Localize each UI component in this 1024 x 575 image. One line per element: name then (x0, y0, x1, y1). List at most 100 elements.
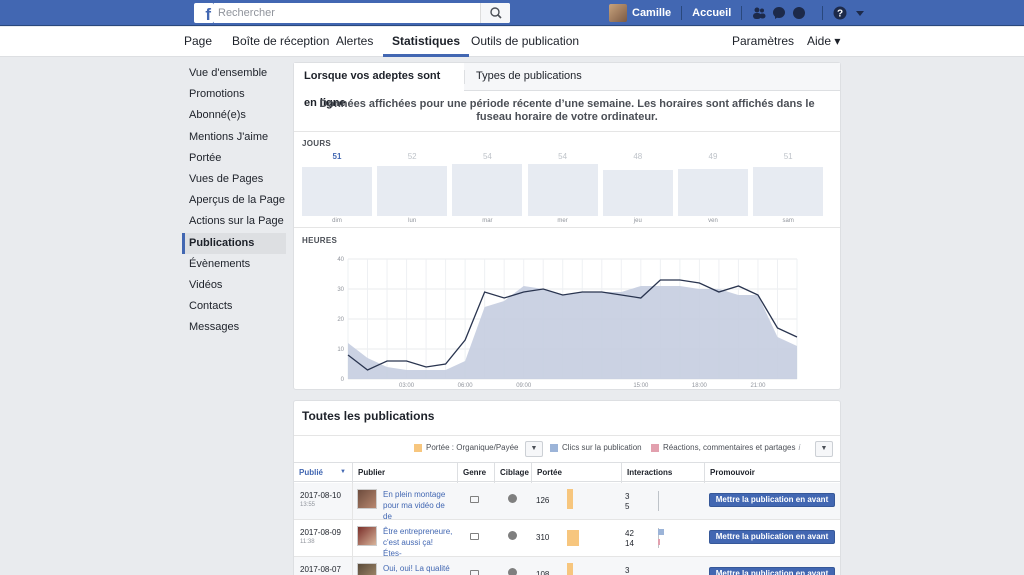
reach-bar (567, 530, 579, 546)
boost-post-button[interactable]: Mettre la publication en avant (709, 493, 835, 507)
tab-fans-online[interactable]: Lorsque vos adeptes sont en ligne (294, 63, 464, 109)
day-value: 54 (482, 152, 492, 161)
day-label: lun (408, 218, 417, 224)
table-row[interactable]: 2017-08-10 13:55 En plein montage pour m… (294, 483, 840, 522)
boost-post-button[interactable]: Mettre la publication en avant (709, 530, 835, 544)
help-icon[interactable]: ? (833, 6, 847, 20)
day-bar (678, 169, 748, 216)
tab-publishing-tools[interactable]: Outils de publication (471, 27, 579, 57)
insights-tabs: Lorsque vos adeptes sont en ligne Types … (294, 63, 840, 109)
search-input[interactable] (218, 5, 478, 21)
legend-clicks: Clics sur la publication (550, 443, 642, 452)
settings-link[interactable]: Paramètres (732, 27, 794, 57)
column-interactions[interactable]: Interactions (621, 463, 704, 483)
day-value: 49 (708, 152, 718, 161)
column-published[interactable]: Publié ▼ (294, 463, 352, 483)
tab-alerts[interactable]: Alertes (336, 27, 373, 57)
help-dropdown[interactable]: Aide ▾ (807, 27, 840, 57)
clicks-bar (658, 529, 664, 535)
day-column-sam[interactable]: 51 sam (753, 149, 824, 229)
sidebar-item-videos[interactable]: Vidéos (182, 275, 286, 296)
post-type-icon (470, 533, 479, 540)
area-series (348, 286, 797, 379)
search-box[interactable] (214, 3, 510, 23)
post-title-link[interactable]: En plein montage pour ma vidéo de de (383, 489, 453, 522)
post-type-icon (470, 570, 479, 575)
sidebar-item-events[interactable]: Évènements (182, 254, 286, 275)
post-thumbnail[interactable] (357, 489, 377, 509)
column-targeting[interactable]: Ciblage (494, 463, 531, 483)
post-title-link[interactable]: Oui, oui! La qualité (383, 563, 453, 574)
day-label: mar (482, 218, 493, 224)
post-date: 2017-08-07 (300, 565, 341, 574)
home-link[interactable]: Accueil (692, 7, 731, 19)
search-button[interactable] (480, 3, 510, 23)
column-promote[interactable]: Promouvoir (704, 463, 840, 483)
divider (681, 6, 683, 20)
divider (352, 483, 353, 520)
page-nav: Page Boîte de réception Alertes Statisti… (0, 27, 1024, 57)
tab-page[interactable]: Page (184, 27, 212, 57)
y-tick-label: 40 (337, 257, 344, 263)
day-value: 52 (407, 152, 417, 161)
reach-value: 310 (536, 533, 550, 542)
reach-metric-dropdown[interactable]: ▼ (525, 441, 543, 457)
sidebar-item-page-previews[interactable]: Aperçus de la Page (182, 190, 286, 211)
sidebar-item-messages[interactable]: Messages (182, 317, 286, 338)
caret-down-icon[interactable] (853, 6, 867, 20)
day-value: 48 (633, 152, 643, 161)
tab-statistics[interactable]: Statistiques (383, 27, 470, 57)
day-column-ven[interactable]: 49 ven (678, 149, 748, 229)
day-column-mar[interactable]: 54 mar (452, 149, 523, 229)
sidebar-item-likes[interactable]: Mentions J'aime (182, 127, 286, 148)
day-column-lun[interactable]: 52 lun (377, 149, 448, 229)
avatar[interactable] (609, 4, 627, 22)
day-bar (302, 167, 372, 216)
x-tick-label: 06:00 (458, 383, 474, 389)
legend-label: Réactions, commentaires et partages (663, 443, 796, 452)
column-reach[interactable]: Portée (531, 463, 621, 483)
days-label: JOURS (302, 139, 332, 148)
post-title-link[interactable]: Être entrepreneure, c'est aussi ça! Étes… (383, 526, 453, 559)
sidebar-item-overview[interactable]: Vue d'ensemble (182, 63, 286, 84)
sidebar-item-reach[interactable]: Portée (182, 148, 286, 169)
column-post[interactable]: Publier (352, 463, 457, 483)
post-thumbnail[interactable] (357, 563, 377, 575)
boost-post-button[interactable]: Mettre la publication en avant (709, 567, 835, 575)
user-name-link[interactable]: Camille (632, 7, 671, 19)
facebook-logo-icon[interactable]: f (194, 3, 214, 23)
clicks-value: 3 (625, 566, 630, 575)
column-label: Publié (299, 468, 324, 477)
friends-icon[interactable] (752, 6, 766, 20)
legend-reach: Portée : Organique/Payée (414, 443, 519, 452)
table-row[interactable]: 2017-08-07 Oui, oui! La qualité 108 3 Me… (294, 557, 840, 575)
sidebar-item-followers[interactable]: Abonné(e)s (182, 105, 286, 126)
globe-icon (508, 568, 517, 575)
column-type[interactable]: Genre (457, 463, 494, 483)
sidebar-item-posts[interactable]: Publications (182, 232, 286, 254)
fans-online-card: Lorsque vos adeptes sont en ligne Types … (293, 62, 841, 390)
tab-post-types[interactable]: Types de publications (476, 63, 582, 91)
sidebar-item-page-actions[interactable]: Actions sur la Page (182, 211, 286, 232)
top-right-nav: Camille Accueil ? (609, 3, 873, 23)
legend-swatch (550, 443, 558, 452)
tab-inbox[interactable]: Boîte de réception (232, 27, 329, 57)
sidebar-item-contacts[interactable]: Contacts (182, 296, 286, 317)
sidebar-item-promotions[interactable]: Promotions (182, 84, 286, 105)
day-column-jeu[interactable]: 48 jeu (602, 149, 673, 229)
sidebar-item-page-views[interactable]: Vues de Pages (182, 169, 286, 190)
day-column-mer[interactable]: 54 mer (527, 149, 598, 229)
legend-label: Clics sur la publication (562, 443, 642, 452)
legend-swatch (414, 443, 422, 452)
engagement-metric-dropdown[interactable]: ▼ (815, 441, 833, 457)
y-tick-label: 0 (341, 377, 345, 383)
messenger-icon[interactable] (772, 6, 786, 20)
hours-label: HEURES (302, 236, 338, 245)
post-thumbnail[interactable] (357, 526, 377, 546)
globe-icon[interactable] (792, 6, 806, 20)
day-label: dim (332, 218, 342, 224)
info-icon[interactable]: i (799, 443, 801, 452)
period-note: Données affichées pour une période récen… (294, 92, 840, 132)
day-column-dim[interactable]: 51 dim (302, 149, 372, 229)
table-row[interactable]: 2017-08-09 11:38 Être entrepreneure, c'e… (294, 520, 840, 559)
